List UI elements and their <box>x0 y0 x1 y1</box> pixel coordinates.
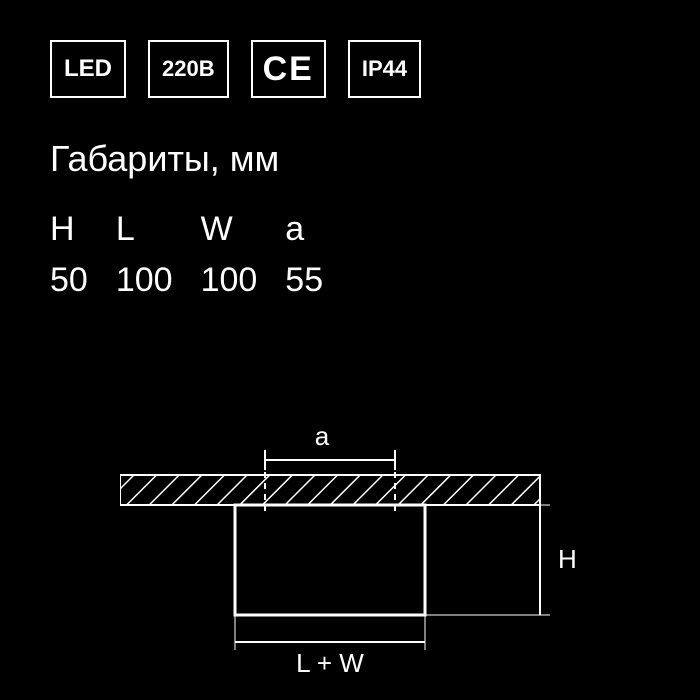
badge-ce: CE <box>251 40 326 98</box>
table-value-row: 50 100 100 55 <box>50 255 351 300</box>
col-h: H <box>50 210 116 255</box>
dimension-diagram: a H L + W <box>120 420 580 680</box>
col-w: W <box>201 210 286 255</box>
val-w: 100 <box>201 255 286 300</box>
badge-voltage: 220В <box>148 40 229 98</box>
spec-sheet: LED 220В CE IP44 Габариты, мм H L W a 50… <box>0 0 700 700</box>
table-header-row: H L W a <box>50 210 351 255</box>
badge-ip: IP44 <box>348 40 421 98</box>
badge-row: LED 220В CE IP44 <box>50 40 650 98</box>
dimensions-table: H L W a 50 100 100 55 <box>50 210 351 300</box>
dimensions-title: Габариты, мм <box>50 138 650 180</box>
label-a: a <box>315 421 330 451</box>
label-h: H <box>558 544 577 574</box>
val-a: 55 <box>285 255 351 300</box>
badge-led: LED <box>50 40 126 98</box>
val-h: 50 <box>50 255 116 300</box>
val-l: 100 <box>116 255 201 300</box>
label-lw: L + W <box>296 648 364 678</box>
col-a: a <box>285 210 351 255</box>
col-l: L <box>116 210 201 255</box>
